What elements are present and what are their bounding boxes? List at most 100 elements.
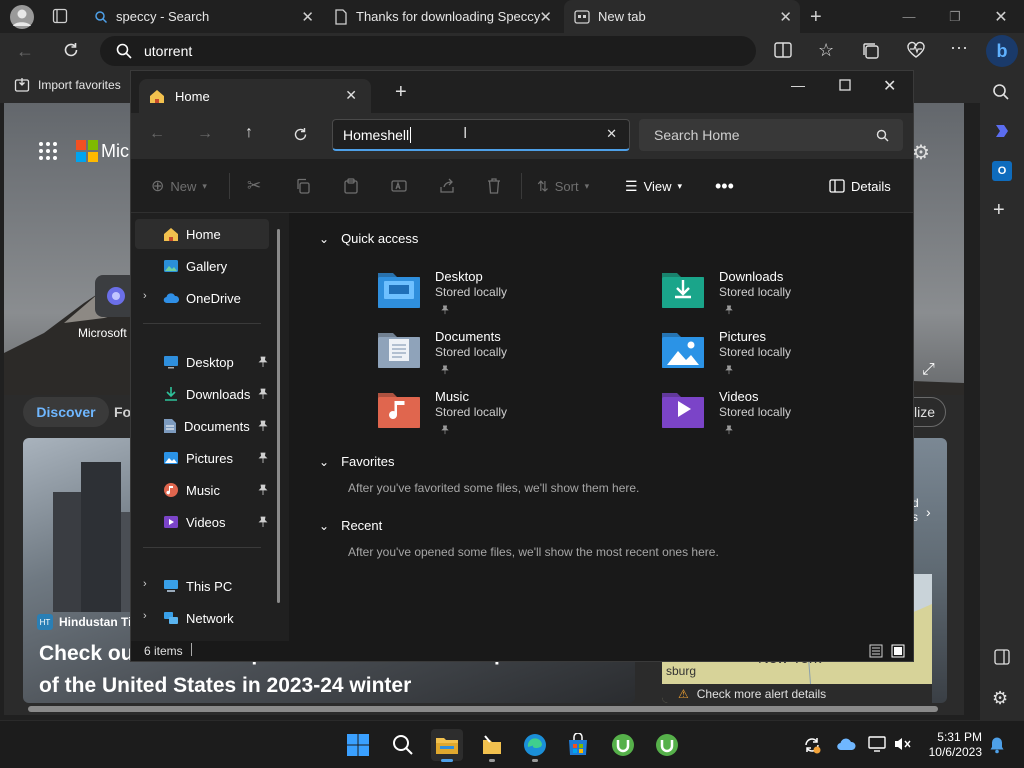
back-arrow-icon[interactable]: ← [16, 41, 34, 62]
quick-access-item[interactable]: Music Stored locally [377, 389, 617, 445]
details-pane-button[interactable]: Details [829, 173, 891, 199]
new-tab-plus-icon[interactable]: + [810, 6, 822, 29]
horizontal-scrollbar-thumb[interactable] [28, 706, 938, 712]
tab-actions-icon[interactable] [52, 8, 68, 24]
browser-tab-speccy-download[interactable]: Thanks for downloading Speccy ✕ [324, 0, 560, 33]
share-icon[interactable] [439, 173, 455, 199]
pin-icon[interactable] [257, 420, 269, 432]
quick-access-item[interactable]: Downloads Stored locally [661, 269, 901, 325]
explorer-close-icon[interactable]: ✕ [883, 76, 896, 96]
nav-item-gallery[interactable]: Gallery [135, 251, 269, 281]
nav-item-downloads[interactable]: Downloads [135, 379, 269, 409]
copy-icon[interactable] [295, 173, 311, 199]
forward-arrow-icon[interactable]: → [197, 125, 213, 143]
chevron-right-icon[interactable]: › [926, 504, 931, 520]
pin-icon[interactable] [257, 484, 269, 496]
nav-item-network[interactable]: › Network [135, 603, 269, 633]
split-screen-icon[interactable] [774, 42, 792, 58]
search-icon[interactable] [992, 83, 1010, 101]
new-explorer-tab-icon[interactable]: + [395, 81, 407, 104]
file-explorer-taskbar-icon[interactable] [431, 729, 463, 762]
favorites-star-icon[interactable]: ☆ [818, 40, 834, 61]
sync-icon[interactable] [802, 735, 822, 755]
new-button[interactable]: ⊕ New ▾ [151, 173, 207, 199]
explorer-tab-home[interactable]: Home ✕ [139, 79, 371, 113]
chevron-right-icon[interactable]: › [143, 578, 147, 590]
add-sidebar-app-icon[interactable]: + [993, 199, 1005, 222]
browser-minimize-icon[interactable]: — [886, 0, 932, 33]
volume-muted-icon[interactable] [894, 736, 912, 752]
browser-tab-speccy-search[interactable]: speccy - Search ✕ [84, 0, 322, 33]
chevron-right-icon[interactable]: › [143, 610, 147, 622]
search-box[interactable]: Search Home [639, 119, 903, 151]
settings-gear-icon[interactable]: ⚙ [992, 688, 1008, 709]
nav-item-this-pc[interactable]: › This PC [135, 571, 269, 601]
close-tab-icon[interactable]: ✕ [539, 8, 552, 26]
nav-scrollbar[interactable] [277, 229, 280, 603]
details-view-icon[interactable] [869, 644, 883, 658]
taskbar-search-icon[interactable] [387, 729, 419, 761]
profile-avatar[interactable] [10, 5, 34, 29]
expand-icon[interactable]: ⤢ [922, 361, 935, 379]
performance-heart-icon[interactable] [906, 41, 926, 59]
collections-icon[interactable] [862, 42, 880, 60]
import-favorites-button[interactable]: Import favorites [14, 77, 121, 93]
quick-access-item[interactable]: Pictures Stored locally [661, 329, 901, 385]
horizontal-scrollbar[interactable] [4, 703, 964, 715]
sort-button[interactable]: ⇅ Sort ▾ [537, 173, 589, 199]
tab-following[interactable]: Fo [114, 404, 131, 420]
nav-item-music[interactable]: Music [135, 475, 269, 505]
browser-close-icon[interactable]: ✕ [978, 0, 1024, 33]
weather-alert-bar[interactable]: ⚠ Check more alert details [662, 684, 932, 703]
quick-access-item[interactable]: Videos Stored locally [661, 389, 901, 445]
refresh-icon[interactable] [62, 41, 80, 59]
clear-path-icon[interactable]: ✕ [606, 126, 617, 142]
copilot-icon[interactable] [992, 121, 1012, 141]
browser-restore-icon[interactable]: ❐ [932, 0, 978, 33]
rename-icon[interactable] [391, 173, 407, 199]
file-explorer-second-icon[interactable] [476, 729, 508, 762]
pin-icon[interactable] [257, 356, 269, 368]
pin-icon[interactable] [257, 516, 269, 528]
close-tab-icon[interactable]: ✕ [345, 87, 357, 104]
notifications-bell-icon[interactable] [988, 736, 1006, 754]
outlook-icon[interactable]: O [992, 161, 1012, 181]
utorrent-second-icon[interactable] [651, 729, 683, 761]
more-menu-icon[interactable]: ··· [950, 37, 968, 58]
browser-tab-new-tab[interactable]: New tab ✕ [564, 0, 800, 33]
utorrent-icon[interactable] [607, 729, 639, 761]
favorites-header[interactable]: ⌄ Favorites [319, 454, 395, 469]
nav-item-desktop[interactable]: Desktop [135, 347, 269, 377]
copilot-bing-icon[interactable]: b [986, 35, 1018, 67]
apps-grid-icon[interactable] [38, 141, 58, 161]
quick-access-item[interactable]: Desktop Stored locally [377, 269, 617, 325]
tab-discover[interactable]: Discover [23, 397, 109, 427]
sidebar-panel-icon[interactable] [994, 649, 1010, 665]
close-tab-icon[interactable]: ✕ [779, 8, 792, 26]
nav-item-documents[interactable]: Documents [135, 411, 269, 441]
pin-icon[interactable] [257, 452, 269, 464]
microsoft-store-icon[interactable] [562, 729, 594, 761]
explorer-minimize-icon[interactable]: — [791, 77, 805, 93]
pin-icon[interactable] [257, 388, 269, 400]
delete-icon[interactable] [487, 173, 501, 199]
address-bar[interactable]: utorrent [100, 36, 756, 66]
recent-header[interactable]: ⌄ Recent [319, 518, 382, 533]
nav-item-videos[interactable]: Videos [135, 507, 269, 537]
clock[interactable]: 5:31 PM 10/6/2023 [920, 730, 982, 760]
nav-item-pictures[interactable]: Pictures [135, 443, 269, 473]
chevron-right-icon[interactable]: › [143, 290, 147, 302]
path-input[interactable]: Homeshell I ✕ [332, 119, 630, 151]
onedrive-tray-icon[interactable] [836, 737, 856, 751]
large-icons-view-icon[interactable] [891, 644, 905, 658]
close-tab-icon[interactable]: ✕ [301, 8, 314, 26]
refresh-icon[interactable] [293, 127, 308, 142]
back-arrow-icon[interactable]: ← [149, 125, 165, 143]
edge-browser-icon[interactable] [519, 729, 551, 762]
quick-access-item[interactable]: Documents Stored locally [377, 329, 617, 385]
explorer-maximize-icon[interactable] [839, 79, 851, 91]
network-display-icon[interactable] [868, 736, 886, 752]
nav-item-onedrive[interactable]: › OneDrive [135, 283, 269, 313]
start-windows-icon[interactable] [342, 729, 374, 761]
view-button[interactable]: ☰ View ▾ [625, 173, 682, 199]
